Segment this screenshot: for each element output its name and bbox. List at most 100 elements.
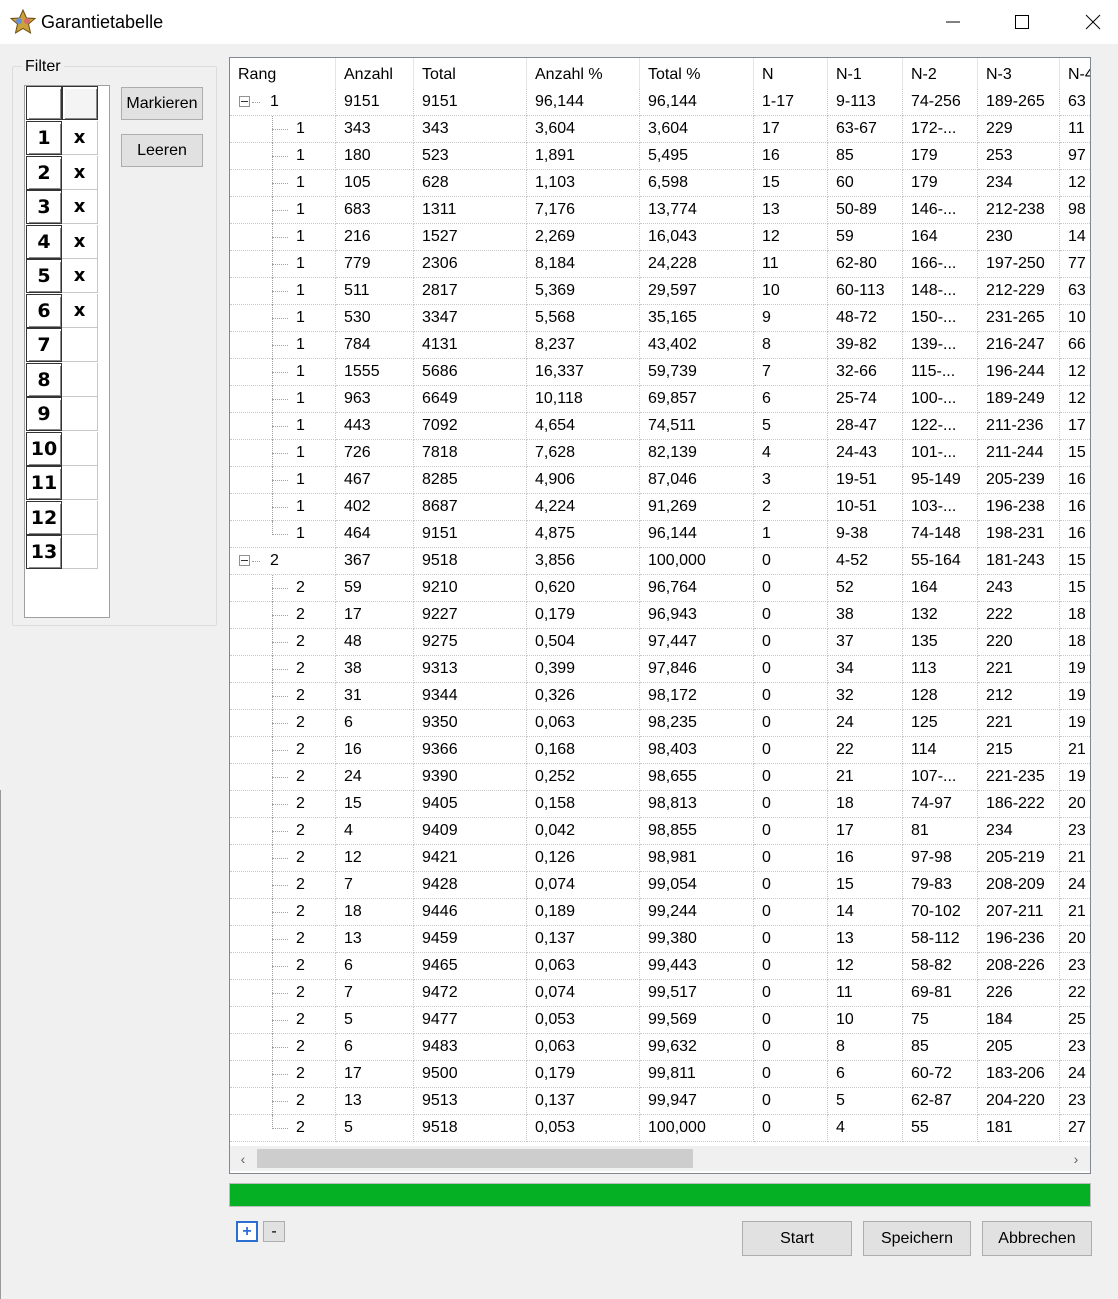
filter-row-mark[interactable] <box>62 500 98 535</box>
start-button[interactable]: Start <box>742 1221 852 1256</box>
table-row[interactable]: 2 13 9513 0,137 99,947 0 5 62-87 204-220 23 <box>230 1088 1090 1115</box>
filter-row[interactable]: 9 <box>25 397 99 432</box>
minimize-button[interactable] <box>930 0 976 44</box>
collapse-all-button[interactable]: - <box>263 1221 285 1242</box>
filter-row-mark[interactable] <box>62 535 98 569</box>
filter-row[interactable]: 13 <box>25 535 99 570</box>
column-header[interactable]: N-1 <box>828 58 903 89</box>
table-row[interactable]: 1 343 343 3,604 3,604 17 63-67 172-... 229 11 <box>230 116 1090 143</box>
filter-row-mark[interactable]: x <box>62 155 98 190</box>
filter-row-mark[interactable] <box>62 328 98 362</box>
guarantee-tree-table[interactable]: Rang Anzahl Total Anzahl % Total % N N-1 N-2 N-3… <box>229 57 1091 1174</box>
table-row[interactable]: 2 4 9409 0,042 98,855 0 17 81 234 23 <box>230 818 1090 845</box>
scroll-right-icon[interactable]: › <box>1066 1146 1086 1171</box>
filter-row-mark[interactable]: x <box>62 224 98 259</box>
filter-row-number[interactable]: 4 <box>26 224 62 259</box>
scroll-left-icon[interactable]: ‹ <box>233 1146 253 1171</box>
table-row[interactable]: 1 1555 5686 16,337 59,739 7 32-66 115-... 196-24… <box>230 359 1090 386</box>
table-row[interactable]: 2 15 9405 0,158 98,813 0 18 74-97 186-222 20 <box>230 791 1090 818</box>
table-row[interactable]: 1 683 1311 7,176 13,774 13 50-89 146-... 212-238… <box>230 197 1090 224</box>
table-row[interactable]: 1 216 1527 2,269 16,043 12 59 164 230 14 <box>230 224 1090 251</box>
scrollbar-thumb[interactable] <box>257 1149 693 1168</box>
filter-row-number[interactable]: 2 <box>26 155 62 190</box>
maximize-button[interactable] <box>999 0 1045 44</box>
table-row[interactable]: 1 779 2306 8,184 24,228 11 62-80 166-... 197-250… <box>230 251 1090 278</box>
filter-row[interactable]: 8 <box>25 362 99 398</box>
filter-grid[interactable]: 1 x 2 x 3 x 4 x 5 x 6 x 7 8 9 10 11 12 13 <box>24 85 110 618</box>
close-button[interactable] <box>1070 0 1116 44</box>
collapse-node-icon[interactable] <box>239 96 250 107</box>
cancel-button[interactable]: Abbrechen <box>982 1221 1092 1256</box>
filter-row-number[interactable]: 8 <box>26 362 62 397</box>
column-header[interactable]: N <box>754 58 828 89</box>
filter-row-number[interactable]: 5 <box>26 259 62 293</box>
filter-row-number[interactable]: 13 <box>26 535 62 569</box>
horizontal-scrollbar[interactable]: ‹ › <box>230 1146 1090 1171</box>
table-row[interactable]: 1 464 9151 4,875 96,144 1 9-38 74-148 198-231 16 <box>230 521 1090 548</box>
table-row[interactable]: 2 48 9275 0,504 97,447 0 37 135 220 18 <box>230 629 1090 656</box>
table-row[interactable]: 2 18 9446 0,189 99,244 0 14 70-102 207-211 21 <box>230 899 1090 926</box>
table-row[interactable]: 2 24 9390 0,252 98,655 0 21 107-... 221-235 19 <box>230 764 1090 791</box>
filter-row-mark[interactable] <box>62 362 98 397</box>
table-row[interactable]: 2 6 9483 0,063 99,632 0 8 85 205 23 <box>230 1034 1090 1061</box>
table-row[interactable]: 2 59 9210 0,620 96,764 0 52 164 243 15 <box>230 575 1090 602</box>
filter-row-number[interactable]: 1 <box>26 121 62 155</box>
filter-row-mark[interactable]: x <box>62 190 98 224</box>
column-header[interactable]: Anzahl <box>336 58 414 89</box>
tree-group-row[interactable]: 2 367 9518 3,856 100,000 0 4-52 55-164 181-243 15 <box>230 548 1090 575</box>
table-row[interactable]: 1 963 6649 10,118 69,857 6 25-74 100-... 189-249… <box>230 386 1090 413</box>
table-row[interactable]: 1 784 4131 8,237 43,402 8 39-82 139-... 216-247 6… <box>230 332 1090 359</box>
table-row[interactable]: 2 13 9459 0,137 99,380 0 13 58-112 196-236 20 <box>230 926 1090 953</box>
table-row[interactable]: 2 31 9344 0,326 98,172 0 32 128 212 19 <box>230 683 1090 710</box>
table-row[interactable]: 2 5 9477 0,053 99,569 0 10 75 184 25 <box>230 1007 1090 1034</box>
filter-row-number[interactable]: 11 <box>26 466 62 500</box>
column-header[interactable]: Rang <box>230 58 336 89</box>
filter-row[interactable]: 5x <box>25 259 99 294</box>
table-row[interactable]: 1 726 7818 7,628 82,139 4 24-43 101-... 211-244 1… <box>230 440 1090 467</box>
filter-row-mark[interactable]: x <box>62 259 98 293</box>
column-header[interactable]: Total <box>414 58 527 89</box>
filter-row-number[interactable]: 10 <box>26 431 62 466</box>
collapse-node-icon[interactable] <box>239 555 250 566</box>
filter-row-number[interactable]: 6 <box>26 293 62 328</box>
filter-row-mark[interactable]: x <box>62 293 98 328</box>
filter-row-number[interactable]: 3 <box>26 190 62 224</box>
table-row[interactable]: 2 17 9500 0,179 99,811 0 6 60-72 183-206 24 <box>230 1061 1090 1088</box>
table-row[interactable]: 2 17 9227 0,179 96,943 0 38 132 222 18 <box>230 602 1090 629</box>
filter-row[interactable]: 7 <box>25 328 99 363</box>
table-row[interactable]: 2 12 9421 0,126 98,981 0 16 97-98 205-219 21 <box>230 845 1090 872</box>
filter-row[interactable]: 3x <box>25 190 99 225</box>
table-row[interactable]: 1 511 2817 5,369 29,597 10 60-113 148-... 212-22… <box>230 278 1090 305</box>
filter-row-mark[interactable] <box>62 431 98 466</box>
filter-row[interactable]: 2x <box>25 155 99 191</box>
filter-row-number[interactable]: 12 <box>26 500 62 535</box>
column-header[interactable]: N-3 <box>978 58 1060 89</box>
column-header[interactable]: N-4 <box>1060 58 1090 89</box>
table-row[interactable]: 2 7 9428 0,074 99,054 0 15 79-83 208-209 24 <box>230 872 1090 899</box>
table-row[interactable]: 2 6 9350 0,063 98,235 0 24 125 221 19 <box>230 710 1090 737</box>
table-row[interactable]: 1 443 7092 4,654 74,511 5 28-47 122-... 211-236 1… <box>230 413 1090 440</box>
table-row[interactable]: 1 530 3347 5,568 35,165 9 48-72 150-... 231-265 1… <box>230 305 1090 332</box>
table-row[interactable]: 2 5 9518 0,053 100,000 0 4 55 181 27 <box>230 1115 1090 1142</box>
filter-row[interactable]: 10 <box>25 431 99 467</box>
column-header[interactable]: Total % <box>640 58 754 89</box>
filter-row[interactable]: 11 <box>25 466 99 501</box>
table-row[interactable]: 1 467 8285 4,906 87,046 3 19-51 95-149 205-239 16 <box>230 467 1090 494</box>
table-row[interactable]: 2 38 9313 0,399 97,846 0 34 113 221 19 <box>230 656 1090 683</box>
filter-row[interactable]: 1x <box>25 121 99 156</box>
filter-row-mark[interactable] <box>62 397 98 431</box>
filter-row-mark[interactable] <box>62 466 98 500</box>
filter-row-mark[interactable]: x <box>62 121 98 155</box>
filter-row[interactable]: 6x <box>25 293 99 329</box>
filter-row[interactable]: 12 <box>25 500 99 536</box>
save-button[interactable]: Speichern <box>863 1221 971 1256</box>
expand-all-button[interactable]: + <box>236 1221 258 1242</box>
filter-row-number[interactable]: 9 <box>26 397 62 431</box>
filter-row-number[interactable]: 7 <box>26 328 62 362</box>
table-row[interactable]: 2 7 9472 0,074 99,517 0 11 69-81 226 22 <box>230 980 1090 1007</box>
tree-group-row[interactable]: 1 9151 9151 96,144 96,144 1-17 9-113 74-256 189-… <box>230 89 1090 116</box>
table-row[interactable]: 2 6 9465 0,063 99,443 0 12 58-82 208-226 23 <box>230 953 1090 980</box>
table-row[interactable]: 1 402 8687 4,224 91,269 2 10-51 103-... 196-238 1… <box>230 494 1090 521</box>
table-row[interactable]: 2 16 9366 0,168 98,403 0 22 114 215 21 <box>230 737 1090 764</box>
filter-row[interactable]: 4x <box>25 224 99 260</box>
